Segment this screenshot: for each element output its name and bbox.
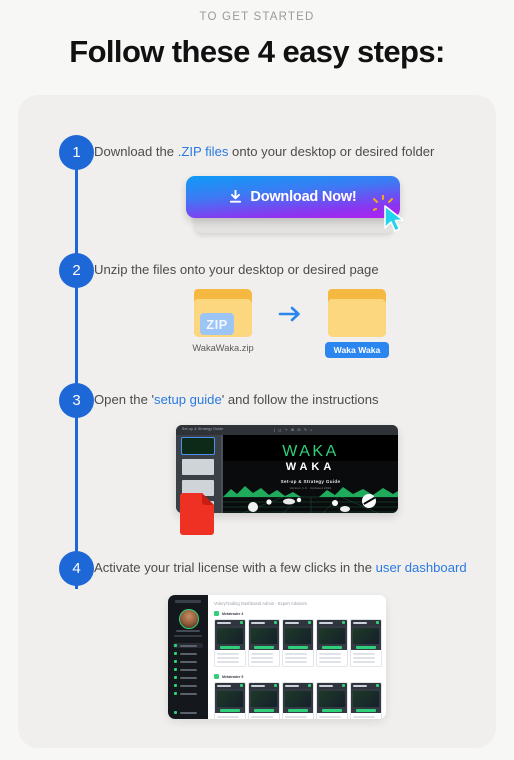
dashboard-card[interactable] (214, 619, 246, 667)
arrow-right-icon (278, 306, 300, 322)
pdf-viewer-tools: | ◻ ⊹ ⊞ ⊡ ✎ ⌕ (274, 427, 314, 432)
getting-started-page: TO GET STARTED Follow these 4 easy steps… (0, 0, 514, 760)
pdf-viewer-filename: Set-up & Strategy Guide (182, 427, 224, 431)
dashboard-card[interactable] (248, 682, 280, 719)
sidebar-item-logout[interactable] (173, 710, 203, 715)
unzip-graphic: ZIP WakaWaka.zip Waka Waka (168, 289, 418, 367)
pdf-thumbnail[interactable] (182, 459, 214, 475)
mouse-cursor-icon (373, 195, 404, 232)
download-now-button[interactable]: Download Now! (186, 176, 400, 218)
dashboard-logo (175, 600, 201, 603)
download-icon (230, 190, 242, 203)
dashboard-card[interactable] (282, 682, 314, 719)
avatar (179, 609, 199, 629)
sidebar-item-licenses[interactable] (173, 651, 203, 656)
sidebar-item-settings[interactable] (173, 691, 203, 696)
dashboard-title-text: VoleryTrading Dashboard Admin (214, 601, 275, 606)
sidebar-item-expert-advisors[interactable] (173, 643, 203, 648)
dashboard-section-1-heading: Metatrader 4 (214, 611, 243, 616)
slide-brand-line1: WAKA (282, 443, 339, 460)
setup-guide-preview[interactable]: Set-up & Strategy Guide | ◻ ⊹ ⊞ ⊡ ✎ ⌕ WA… (168, 425, 406, 535)
dashboard-main: VoleryTrading Dashboard Admin - Expert A… (208, 595, 386, 719)
step-3-text-after: ' and follow the instructions (221, 392, 379, 407)
pdf-thumbnail[interactable] (181, 437, 215, 455)
steps-connector-line (75, 157, 78, 589)
steps-list: 1 Download the .ZIP files onto your desk… (18, 95, 496, 748)
dashboard-card[interactable] (214, 682, 246, 719)
dashboard-card[interactable] (248, 619, 280, 667)
dashboard-preview[interactable]: VoleryTrading Dashboard Admin - Expert A… (168, 595, 386, 719)
download-now-label: Download Now! (250, 189, 357, 205)
dashboard-card[interactable] (350, 682, 382, 719)
zip-badge: ZIP (200, 313, 234, 335)
step-2-bullet: 2 (59, 253, 94, 288)
zip-files-link[interactable]: .ZIP files (178, 144, 229, 159)
dashboard-section-2-heading: Metatrader 5 (214, 674, 243, 679)
pdf-viewer-toolbar: Set-up & Strategy Guide | ◻ ⊹ ⊞ ⊡ ✎ ⌕ (176, 425, 398, 441)
page-title: Follow these 4 easy steps: (69, 34, 445, 69)
step-3-text-before: Open the ' (94, 392, 155, 407)
sidebar-item-billing[interactable] (173, 683, 203, 688)
zip-folder-group: ZIP WakaWaka.zip (180, 289, 266, 353)
extracted-folder-group: Waka Waka (314, 289, 400, 358)
dashboard-title: VoleryTrading Dashboard Admin - Expert A… (214, 601, 307, 606)
zip-file-caption: WakaWaka.zip (192, 343, 254, 353)
pdf-viewer-window-controls (380, 428, 392, 441)
dashboard-title-suffix: - Expert Advisors (274, 601, 307, 606)
slide-terrain-graphic (223, 486, 398, 513)
step-2-text: Unzip the files onto your desktop or des… (94, 262, 379, 277)
zip-folder-icon: ZIP (194, 289, 252, 337)
download-button-graphic: Download Now! (168, 175, 418, 237)
step-1-bullet: 1 (59, 135, 94, 170)
step-1-text-before: Download the (94, 144, 178, 159)
step-4-bullet: 4 (59, 551, 94, 586)
sidebar-item-guides[interactable] (173, 675, 203, 680)
step-1-text: Download the .ZIP files onto your deskto… (94, 143, 486, 160)
pdf-page-view: WAKA WAKA Set-up & Strategy Guide Versio… (223, 435, 398, 513)
dashboard-card[interactable] (316, 619, 348, 667)
step-4-text: Activate your trial license with a few c… (94, 559, 486, 576)
step-3-text: Open the 'setup guide' and follow the in… (94, 391, 486, 408)
dashboard-sidebar (168, 595, 208, 719)
folder-name-pill: Waka Waka (324, 342, 390, 358)
dashboard-card[interactable] (350, 619, 382, 667)
user-dashboard-link[interactable]: user dashboard (376, 560, 467, 575)
dashboard-card[interactable] (282, 619, 314, 667)
setup-guide-link[interactable]: setup guide (154, 392, 222, 407)
pdf-file-icon (180, 493, 214, 535)
dashboard-card[interactable] (316, 682, 348, 719)
step-4-text-before: Activate your trial license with a few c… (94, 560, 376, 575)
slide-brand-line2: WAKA (285, 461, 336, 473)
dashboard-user-name (176, 630, 200, 633)
step-1-text-after: onto your desktop or desired folder (228, 144, 435, 159)
sidebar-item-accounts[interactable] (173, 659, 203, 664)
extracted-folder-icon (328, 289, 386, 337)
dashboard-user-role (174, 634, 202, 637)
step-3-bullet: 3 (59, 383, 94, 418)
overline-label: TO GET STARTED (199, 11, 315, 23)
sidebar-item-support[interactable] (173, 667, 203, 672)
steps-card: 1 Download the .ZIP files onto your desk… (18, 95, 496, 748)
